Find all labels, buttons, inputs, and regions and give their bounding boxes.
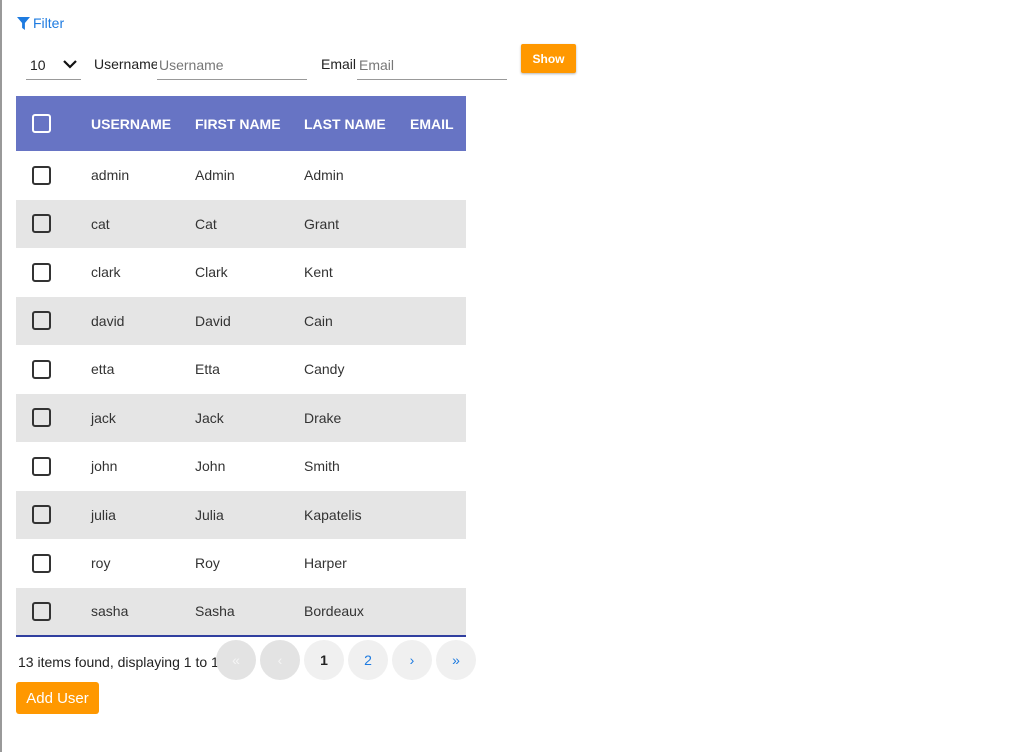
cell-last-name: Grant bbox=[304, 199, 410, 248]
cell-first-name: Clark bbox=[195, 264, 228, 281]
row-checkbox[interactable] bbox=[32, 359, 51, 379]
filter-bar: 10 Username Email Show bbox=[2, 44, 602, 84]
row-checkbox[interactable] bbox=[32, 553, 51, 573]
cell-first-name: Admin bbox=[195, 167, 235, 184]
cell-email bbox=[410, 248, 466, 297]
cell-username: jack bbox=[91, 393, 195, 442]
row-checkbox[interactable] bbox=[32, 456, 51, 476]
email-label: Email bbox=[321, 56, 357, 72]
cell-last-name: Kent bbox=[304, 264, 333, 281]
filter-toggle[interactable]: Filter bbox=[17, 15, 64, 31]
table-row[interactable]: john John Smith bbox=[16, 442, 466, 491]
table-row[interactable]: david David Cain bbox=[16, 296, 466, 345]
last-page-button[interactable]: » bbox=[436, 640, 476, 680]
cell-last-name: Bordeaux bbox=[304, 587, 410, 637]
first-page-button[interactable]: « bbox=[216, 640, 256, 680]
page-size-select[interactable]: 10 bbox=[26, 50, 81, 80]
column-header-last-name[interactable]: LAST NAME bbox=[304, 96, 410, 151]
cell-first-name: Cat bbox=[195, 199, 304, 248]
pagination: « ‹ 1 2 › » bbox=[216, 640, 476, 680]
table-row[interactable]: clark Clark Kent bbox=[16, 248, 466, 297]
cell-first-name: John bbox=[195, 458, 226, 475]
row-checkbox[interactable] bbox=[32, 262, 51, 282]
cell-username: julia bbox=[91, 490, 195, 539]
cell-username: john bbox=[91, 458, 118, 475]
cell-username: sasha bbox=[91, 587, 195, 637]
select-all-checkbox[interactable] bbox=[32, 114, 51, 133]
cell-first-name: Roy bbox=[195, 555, 220, 572]
cell-email bbox=[410, 442, 466, 491]
filter-icon bbox=[17, 16, 30, 30]
table-row[interactable]: julia Julia Kapatelis bbox=[16, 490, 466, 539]
table-header-row: USERNAME FIRST NAME LAST NAME EMAIL bbox=[16, 96, 466, 151]
username-label: Username bbox=[94, 56, 159, 72]
table-row[interactable]: sasha Sasha Bordeaux bbox=[16, 587, 466, 637]
cell-username: david bbox=[91, 296, 195, 345]
cell-username: roy bbox=[91, 555, 111, 572]
cell-email bbox=[410, 490, 466, 539]
cell-first-name: Sasha bbox=[195, 587, 304, 637]
cell-last-name: Smith bbox=[304, 458, 340, 475]
users-table: USERNAME FIRST NAME LAST NAME EMAIL admi… bbox=[16, 96, 466, 637]
column-header-username[interactable]: USERNAME bbox=[91, 96, 195, 151]
cell-username: etta bbox=[91, 361, 115, 378]
page-2-button[interactable]: 2 bbox=[348, 640, 388, 680]
add-user-button[interactable]: Add User bbox=[16, 682, 99, 714]
column-header-email[interactable]: EMAIL bbox=[410, 96, 466, 151]
row-checkbox[interactable] bbox=[32, 214, 51, 234]
cell-first-name: Etta bbox=[195, 361, 220, 378]
cell-email bbox=[410, 345, 466, 394]
table-row[interactable]: jack Jack Drake bbox=[16, 393, 466, 442]
cell-username: clark bbox=[91, 264, 121, 281]
cell-username: cat bbox=[91, 199, 195, 248]
cell-email bbox=[410, 539, 466, 588]
cell-last-name: Admin bbox=[304, 167, 344, 184]
filter-label: Filter bbox=[33, 15, 65, 31]
cell-last-name: Candy bbox=[304, 361, 345, 378]
cell-last-name: Harper bbox=[304, 555, 347, 572]
cell-first-name: David bbox=[195, 296, 304, 345]
cell-email bbox=[410, 296, 466, 345]
results-status: 13 items found, displaying 1 to 10. bbox=[18, 654, 231, 670]
cell-first-name: Julia bbox=[195, 490, 304, 539]
cell-email bbox=[410, 587, 466, 637]
column-header-first-name[interactable]: FIRST NAME bbox=[195, 96, 304, 151]
table-row[interactable]: etta Etta Candy bbox=[16, 345, 466, 394]
cell-last-name: Kapatelis bbox=[304, 490, 410, 539]
table-row[interactable]: cat Cat Grant bbox=[16, 199, 466, 248]
cell-email bbox=[410, 199, 466, 248]
cell-email bbox=[410, 393, 466, 442]
username-input[interactable] bbox=[157, 50, 307, 80]
table-row[interactable]: admin Admin Admin bbox=[16, 151, 466, 200]
prev-page-button[interactable]: ‹ bbox=[260, 640, 300, 680]
cell-last-name: Drake bbox=[304, 393, 410, 442]
cell-last-name: Cain bbox=[304, 296, 410, 345]
cell-first-name: Jack bbox=[195, 393, 304, 442]
row-checkbox[interactable] bbox=[32, 601, 51, 621]
chevron-down-icon bbox=[63, 60, 77, 69]
row-checkbox[interactable] bbox=[32, 165, 51, 185]
page-1-button[interactable]: 1 bbox=[304, 640, 344, 680]
cell-email bbox=[410, 151, 466, 200]
show-button[interactable]: Show bbox=[521, 44, 576, 73]
row-checkbox[interactable] bbox=[32, 408, 51, 428]
email-input[interactable] bbox=[357, 50, 507, 80]
row-checkbox[interactable] bbox=[32, 311, 51, 331]
next-page-button[interactable]: › bbox=[392, 640, 432, 680]
row-checkbox[interactable] bbox=[32, 505, 51, 525]
table-row[interactable]: roy Roy Harper bbox=[16, 539, 466, 588]
page-size-value: 10 bbox=[30, 56, 46, 73]
cell-username: admin bbox=[91, 167, 130, 184]
